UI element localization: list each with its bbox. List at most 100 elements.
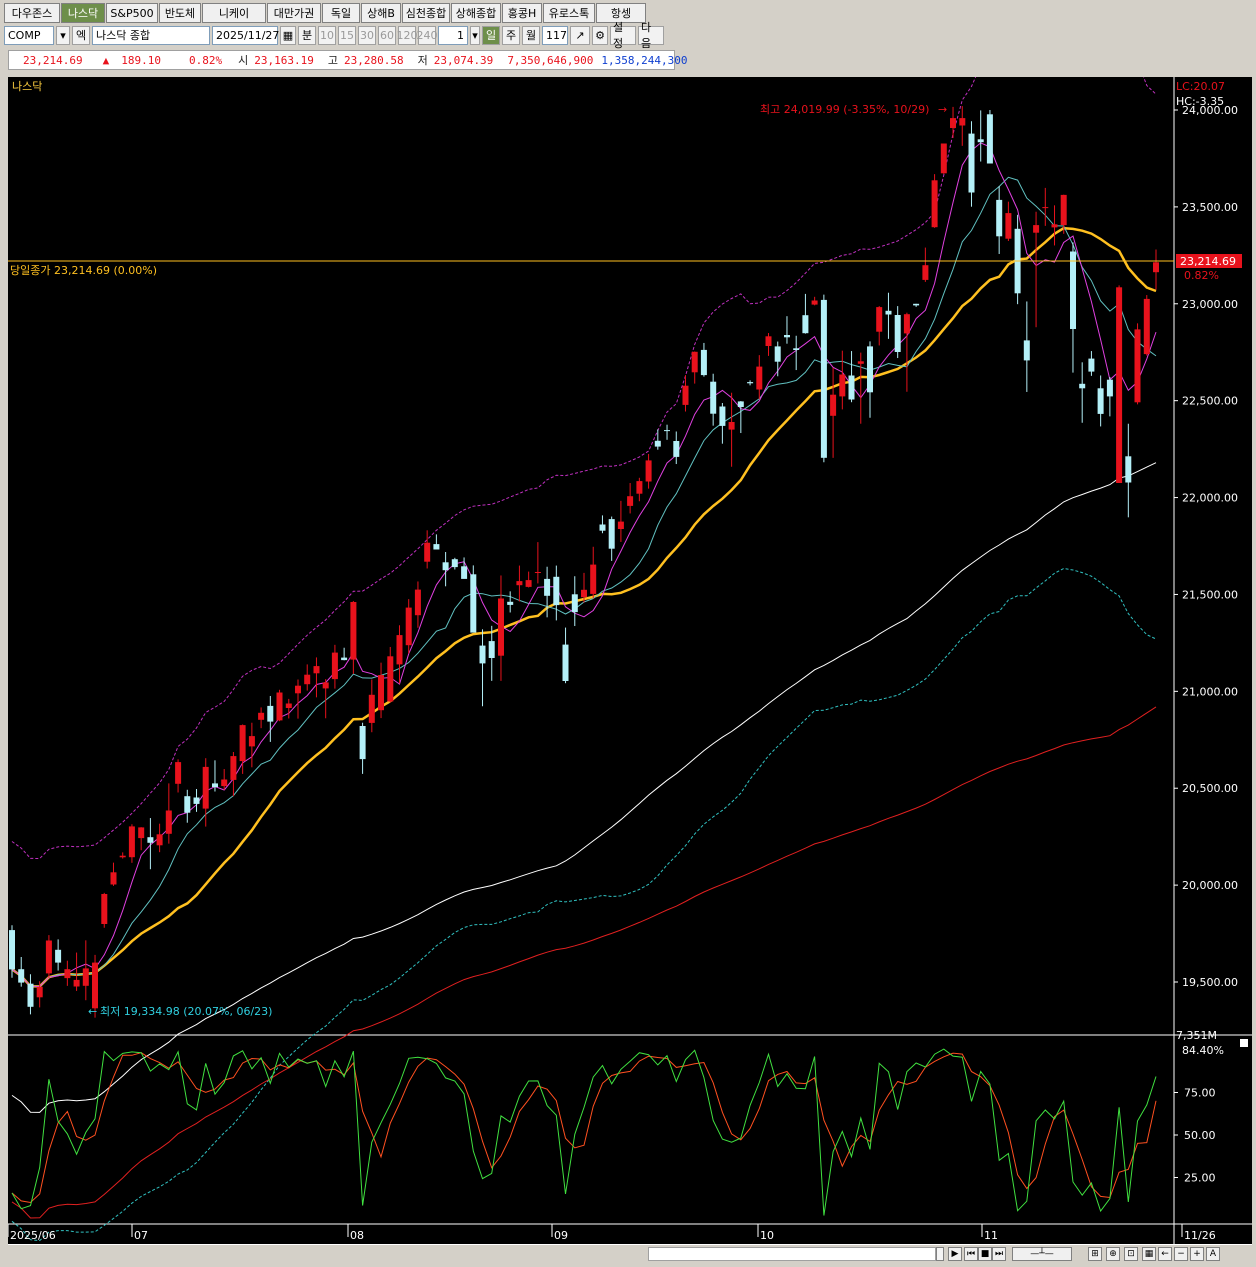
chart-title: 나스닥: [12, 80, 42, 93]
price-pct: 0.82%: [1184, 269, 1219, 282]
day-button[interactable]: 일: [482, 25, 500, 45]
grid-icon[interactable]: ▦: [1142, 1247, 1156, 1261]
zoom-in-icon[interactable]: ⊞: [1088, 1247, 1102, 1261]
candle-body: [811, 300, 818, 305]
calendar-icon[interactable]: ▦: [280, 25, 296, 45]
candle-body: [165, 810, 172, 834]
minute-button[interactable]: 분: [298, 25, 316, 45]
x-axis-label: 09: [554, 1229, 568, 1242]
tab-11[interactable]: 유로스톡: [543, 3, 595, 23]
tab-2[interactable]: S&P500: [106, 3, 158, 23]
play-forward-icon[interactable]: ▶: [948, 1247, 962, 1261]
ma20-line: [11, 226, 1157, 988]
tab-6[interactable]: 독일: [322, 3, 360, 23]
tab-10[interactable]: 홍콩H: [502, 3, 542, 23]
month-button[interactable]: 월: [522, 25, 540, 45]
tab-3[interactable]: 반도체: [159, 3, 201, 23]
candle-body: [691, 351, 698, 373]
candle-body: [627, 496, 634, 506]
candle-body: [350, 602, 357, 660]
tab-1[interactable]: 나스닥: [61, 3, 105, 23]
chart-tools-icon[interactable]: ↗: [570, 25, 590, 45]
stop-icon[interactable]: ■: [978, 1247, 992, 1261]
candle-body: [285, 703, 292, 708]
zoom-slider[interactable]: —┴—: [1012, 1247, 1072, 1261]
tab-4[interactable]: 니케이: [202, 3, 266, 23]
tab-5[interactable]: 대만가권: [267, 3, 321, 23]
period-30-button[interactable]: 30: [358, 25, 376, 45]
symbol-type-button[interactable]: 엑: [72, 25, 90, 45]
y-tick-label: 20,000.00: [1182, 879, 1238, 892]
scroll-back-icon[interactable]: ←: [1158, 1247, 1172, 1261]
candle-body: [664, 430, 670, 432]
settings-button[interactable]: 설정: [610, 21, 636, 50]
candle-body: [73, 979, 80, 987]
candle-body: [885, 310, 892, 315]
last-icon[interactable]: ⏭: [992, 1247, 1006, 1261]
candle-body: [700, 349, 707, 376]
candle-body: [544, 578, 551, 596]
ma120-line: [11, 706, 1157, 1219]
tab-9[interactable]: 상해종합: [451, 3, 501, 23]
candle-body: [424, 542, 431, 562]
tab-7[interactable]: 상해B: [361, 3, 401, 23]
candle-body: [479, 645, 486, 664]
candle-body: [894, 315, 901, 352]
minus-icon[interactable]: −: [1174, 1247, 1188, 1261]
gear-icon[interactable]: ⚙: [592, 25, 608, 45]
candle-body: [184, 796, 191, 813]
date-input[interactable]: 2025/11/27: [212, 25, 279, 45]
chart-scrollbar: ▶ ⏮ ■ ⏭ —┴— ⊞ ⊕ ⊡ ▦ ← − + A: [8, 1244, 1252, 1263]
bars-input[interactable]: 117: [542, 25, 568, 45]
low-arrow-icon: ←: [88, 1005, 97, 1018]
period-60-button[interactable]: 60: [378, 25, 396, 45]
high-annotation: 최고 24,019.99 (-3.35%, 10/29): [760, 103, 929, 116]
candle-body: [27, 983, 34, 1007]
candle-body: [128, 826, 135, 858]
symbol-dropdown-icon[interactable]: ▾: [56, 25, 70, 45]
stoch-k-line: [11, 1048, 1157, 1216]
scroll-thumb[interactable]: [936, 1247, 944, 1261]
candle-body: [820, 299, 827, 458]
price-chart[interactable]: 24,000.00 23,500.00 23,000.00 22,500.00 22,0…: [8, 77, 1252, 1244]
period-120-button[interactable]: 120: [397, 25, 418, 45]
y-tick-label: 23,500.00: [1182, 201, 1238, 214]
first-icon[interactable]: ⏮: [964, 1247, 978, 1261]
count-spin-icon[interactable]: ▾: [470, 25, 480, 45]
candle-body: [378, 675, 384, 711]
candle-body: [719, 406, 726, 426]
candle-body: [18, 969, 25, 983]
candle-body: [36, 986, 43, 998]
x-axis-label: 11: [984, 1229, 998, 1242]
period-240-button[interactable]: 240: [417, 25, 438, 45]
y-tick-label: 19,500.00: [1182, 976, 1238, 989]
stoch-d-line: [11, 1052, 1157, 1204]
y-tick-label: 21,500.00: [1182, 588, 1238, 601]
open-label: 시: [238, 54, 249, 67]
week-button[interactable]: 주: [502, 25, 520, 45]
candle-body: [396, 635, 403, 665]
tab-8[interactable]: 심천종합: [402, 3, 450, 23]
period-15-button[interactable]: 15: [338, 25, 356, 45]
panel-collapse-icon[interactable]: [1240, 1039, 1248, 1047]
tab-0[interactable]: 다우존스: [4, 3, 60, 23]
candle-body: [986, 114, 993, 164]
count-input[interactable]: 1: [438, 25, 468, 45]
chart-canvas[interactable]: 24,000.0023,500.0023,000.0022,500.0022,0…: [8, 77, 1252, 1244]
period-10-button[interactable]: 10: [318, 25, 336, 45]
next-button[interactable]: 다음: [638, 21, 664, 50]
crosshair-icon[interactable]: ⊕: [1106, 1247, 1120, 1261]
amount-value: 1,358,244,300: [601, 53, 688, 67]
candle-body: [405, 607, 412, 646]
low-label: 저: [417, 54, 428, 67]
stoch-tick-label: 25.00: [1184, 1172, 1216, 1185]
auto-icon[interactable]: A: [1206, 1247, 1220, 1261]
toggle-icon[interactable]: ⊡: [1124, 1247, 1138, 1261]
symbol-input[interactable]: COMP: [4, 25, 54, 45]
plus-icon[interactable]: +: [1190, 1247, 1204, 1261]
candle-body: [1023, 340, 1030, 361]
candle-body: [1042, 207, 1049, 209]
scroll-track[interactable]: [648, 1247, 936, 1261]
candle-body: [1106, 379, 1113, 397]
candle-body: [1005, 213, 1012, 239]
